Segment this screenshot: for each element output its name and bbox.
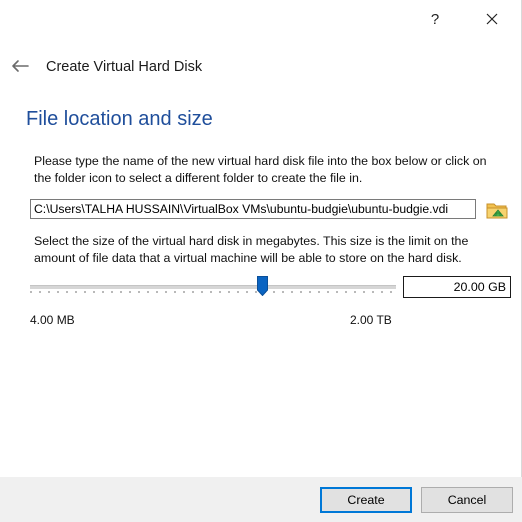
- back-button[interactable]: [10, 58, 30, 74]
- folder-icon: [486, 203, 508, 219]
- cancel-button[interactable]: Cancel: [421, 487, 513, 513]
- size-max-label: 2.00 TB: [350, 313, 392, 327]
- wizard-title: Create Virtual Hard Disk: [46, 59, 203, 75]
- create-virtual-hard-disk-dialog: ? Create Virtual Hard Disk File location…: [0, 0, 522, 522]
- size-value-input[interactable]: [403, 276, 511, 298]
- size-slider[interactable]: [30, 274, 396, 304]
- file-path-input[interactable]: [30, 199, 476, 219]
- close-button[interactable]: [477, 6, 507, 32]
- size-min-label: 4.00 MB: [30, 313, 75, 327]
- slider-ticks: [30, 291, 396, 293]
- help-button[interactable]: ?: [420, 6, 450, 32]
- help-symbol: ?: [430, 10, 440, 28]
- back-arrow-icon: [12, 60, 29, 72]
- create-button[interactable]: Create: [320, 487, 412, 513]
- close-icon: [486, 13, 498, 25]
- choose-folder-button[interactable]: [484, 198, 510, 222]
- section-title: File location and size: [26, 108, 213, 130]
- file-location-description: Please type the name of the new virtual …: [34, 154, 487, 185]
- size-description: Select the size of the virtual hard disk…: [34, 234, 469, 265]
- slider-track: [30, 285, 396, 289]
- slider-thumb[interactable]: [257, 276, 269, 296]
